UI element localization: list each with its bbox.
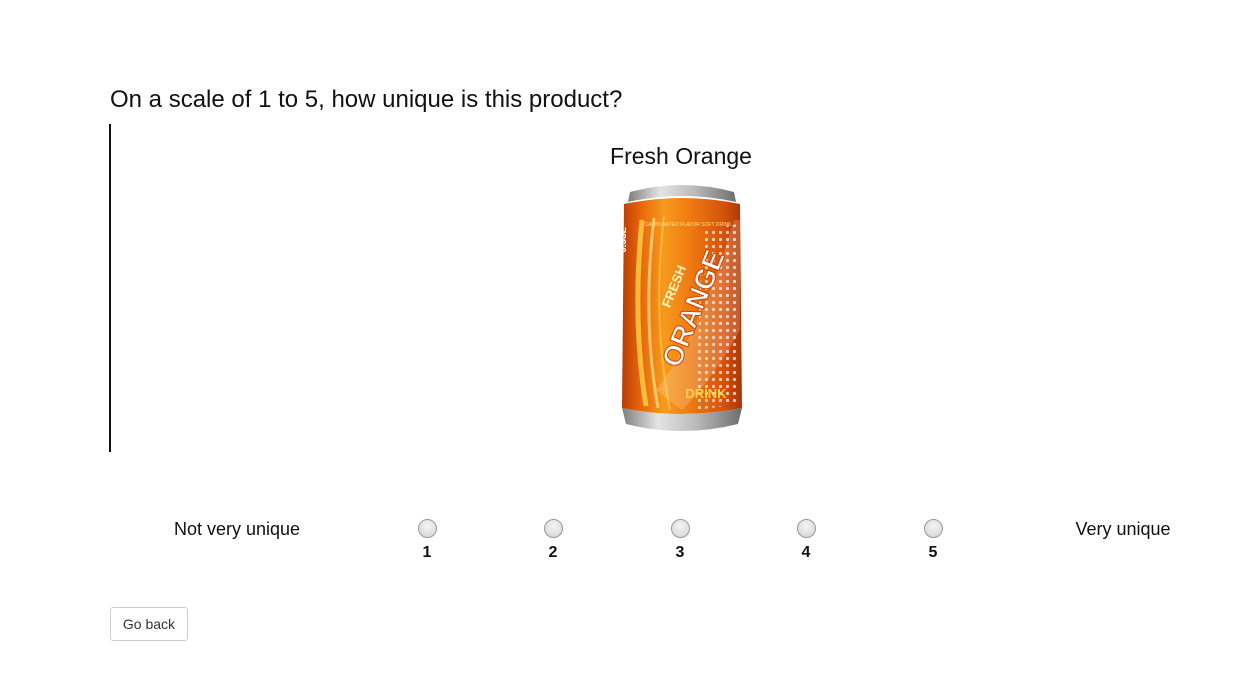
scale-option-label: 5 bbox=[928, 544, 938, 561]
product-name: Fresh Orange bbox=[610, 143, 752, 169]
scale-option-5[interactable]: 5 bbox=[913, 519, 953, 562]
scale-option-label: 3 bbox=[675, 544, 685, 561]
scale-option-label: 2 bbox=[548, 544, 558, 561]
question-title: On a scale of 1 to 5, how unique is this… bbox=[110, 86, 623, 113]
scale-option-3[interactable]: 3 bbox=[660, 519, 700, 562]
can-word-drink: DRINK bbox=[685, 386, 727, 401]
can-tagline-text: CARBONATED FLAVOR SOFT DRINK bbox=[645, 222, 733, 228]
scale-low-anchor: Not very unique bbox=[173, 519, 301, 539]
radio-button[interactable] bbox=[670, 519, 690, 538]
radio-button[interactable] bbox=[417, 519, 437, 538]
radio-button[interactable] bbox=[543, 519, 563, 538]
scale-option-4[interactable]: 4 bbox=[786, 519, 826, 562]
product-image: 0.33L CARBONATED FLAVOR SOFT DRINK FRESH… bbox=[618, 185, 742, 431]
stimulus-divider bbox=[109, 124, 111, 452]
radio-button[interactable] bbox=[796, 519, 816, 538]
scale-option-2[interactable]: 2 bbox=[533, 519, 573, 562]
can-volume-text: 0.33L bbox=[618, 227, 629, 253]
radio-button[interactable] bbox=[923, 519, 943, 538]
scale-high-anchor: Very unique bbox=[1075, 519, 1171, 539]
scale-option-label: 4 bbox=[801, 544, 811, 561]
go-back-button[interactable]: Go back bbox=[110, 607, 188, 641]
scale-option-label: 1 bbox=[422, 544, 432, 561]
scale-option-1[interactable]: 1 bbox=[407, 519, 447, 562]
rating-scale: Not very unique 1 2 3 4 5 Very unique bbox=[0, 505, 1245, 575]
